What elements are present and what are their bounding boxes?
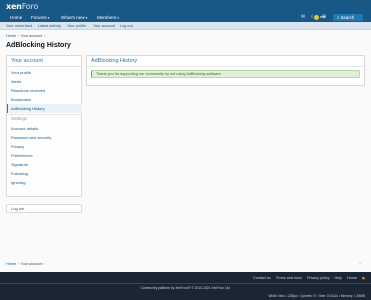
breadcrumb-separator: › [43,34,46,38]
inbox-icon[interactable]: ✉ [299,14,307,21]
page-title: AdBlocking History [6,42,71,49]
site-logo[interactable]: xenForo [6,2,38,11]
footer-links: Contact us Terms and rules Privacy policy H… [248,275,365,281]
footer-divider [0,283,371,284]
sidebar-item-reactions-received[interactable]: Reactions received [7,86,82,95]
subnav-latest-activity[interactable]: Latest activity [38,22,61,30]
subnav-your-account[interactable]: Your account [93,22,115,30]
site-header: xenForo [0,0,371,13]
footer-link-terms[interactable]: Terms and rules [276,276,302,280]
nav-tab-home[interactable]: Home [10,14,22,22]
nav-tab-whats-new[interactable]: What's new▾ [61,14,87,22]
sidebar-item-account-details[interactable]: Account details [7,124,82,133]
breadcrumb-separator: › [17,262,19,266]
sidebar-item-password-security[interactable]: Password and security [7,133,82,142]
scroll-top-icon[interactable]: ⌃ [357,262,363,267]
alerts-bell-icon[interactable]: ☾ [309,14,317,21]
rss-icon[interactable]: ◼ [362,276,365,280]
sub-navigation: Your news feed Latest activity Your prof… [0,22,371,30]
success-notice: Thank you for supporting our community b… [91,70,360,78]
sidebar-item-ignoring[interactable]: Ignoring [7,178,82,187]
breadcrumb-separator: › [17,34,19,38]
sidebar-item-bookmarks[interactable]: Bookmarks [7,95,82,104]
search-button[interactable]: ⌕ Search [333,14,363,21]
sidebar-item-alerts[interactable]: Alerts [7,77,82,86]
block-title: AdBlocking History [87,56,364,67]
breadcrumb-your-account[interactable]: Your account [20,262,42,266]
sidebar-item-adblocking-history[interactable]: AdBlocking History [7,104,82,113]
breadcrumb-your-account[interactable]: Your account [20,34,42,38]
main-navigation: Home Forums▾ What's new▾ Members▾ ens ✉ … [0,13,371,22]
nav-tab-forums[interactable]: Forums▾ [31,14,49,22]
breadcrumb-home[interactable]: Home [6,34,16,38]
footer-link-help[interactable]: Help [335,276,343,280]
breadcrumb-bottom: Home › Your account › [6,262,47,267]
sidebar-item-following[interactable]: Following [7,169,82,178]
copyright-text: Community platform by XenForo® © 2010-20… [140,286,231,290]
sidebar-item-signature[interactable]: Signature [7,160,82,169]
subnav-news-feed[interactable]: Your news feed [6,22,32,30]
sidebar-settings-heading: Settings [11,116,28,121]
breadcrumb: Home › Your account › [6,34,47,39]
sidebar-item-your-profile[interactable]: Your profile [7,68,82,77]
adblocking-history-block: AdBlocking History Thank you for support… [86,55,365,86]
subnav-log-out[interactable]: Log out [120,22,133,30]
nav-tab-members[interactable]: Members▾ [97,14,119,22]
footer-link-home[interactable]: Home [347,276,357,280]
account-sidebar: Your account Your profile Alerts Reactio… [6,55,82,197]
subnav-your-profile[interactable]: Your profile [67,22,86,30]
breadcrumb-separator: › [43,262,46,266]
settings-icon[interactable]: ⚙ [320,14,328,21]
breadcrumb-home[interactable]: Home [6,262,16,266]
sidebar-item-privacy[interactable]: Privacy [7,142,82,151]
sidebar-title: Your account [7,56,81,67]
footer-link-privacy[interactable]: Privacy policy [307,276,330,280]
debug-stats: Width: Max • 1280px • Queries: 9 • Time:… [268,294,365,298]
logout-button[interactable]: Log out [6,204,82,213]
site-footer: Contact us Terms and rules Privacy policy H… [0,272,371,300]
sidebar-item-preferences[interactable]: Preferences [7,151,82,160]
footer-link-contact[interactable]: Contact us [253,276,271,280]
